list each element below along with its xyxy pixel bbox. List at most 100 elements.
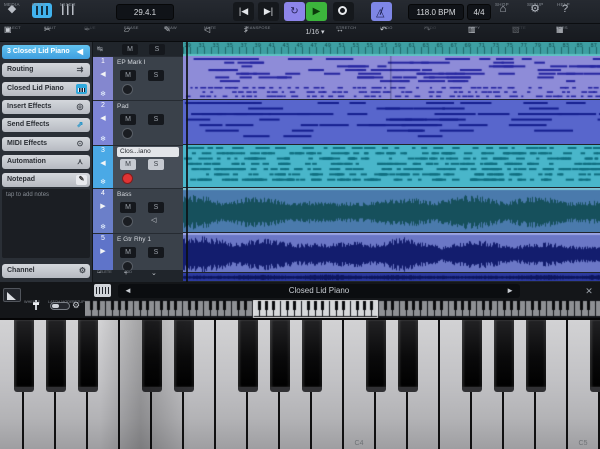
record-arm-button[interactable] <box>122 84 133 95</box>
media-button[interactable]: ◆ MEDIA <box>4 1 30 23</box>
speaker-icon: ◀ <box>93 114 113 122</box>
wheels-control[interactable]: WHEELS <box>24 300 50 318</box>
track-row-5[interactable]: 5▶E Gtr Rhy 1MS <box>93 234 183 271</box>
triangle-icon <box>7 292 16 300</box>
go-to-start-button[interactable]: |◀ <box>233 2 254 21</box>
mute-button[interactable]: M <box>120 202 136 213</box>
inspector-item-midi-effects[interactable]: MIDI Effects⊙ <box>2 137 90 151</box>
mute-button[interactable]: M <box>120 159 136 170</box>
tool-stretch-button[interactable]: ↔STRETCH <box>336 25 370 41</box>
track-row-4[interactable]: 4▶❄BassMS◁ <box>93 189 183 233</box>
inspector-item-notepad[interactable]: Notepad✎ <box>2 173 90 187</box>
bar-ruler[interactable] <box>183 42 600 56</box>
global-solo-button[interactable]: S <box>149 44 165 55</box>
go-to-end-button[interactable]: ▶| <box>258 2 279 21</box>
tool-bars-button[interactable]: ▦BARS <box>556 25 590 41</box>
add-track-button[interactable]: +ADD <box>124 270 148 282</box>
tool-glue-button[interactable]: ✒GLUE <box>84 25 118 41</box>
volume-icon: ◀ <box>74 45 86 59</box>
inspector-item-automation[interactable]: Automation⋏ <box>2 155 90 169</box>
media-label: MEDIA <box>4 2 20 7</box>
follow-playhead-icon[interactable]: ↹ <box>97 45 103 53</box>
speaker-icon: ◀ <box>93 70 113 78</box>
solo-button[interactable]: S <box>148 159 164 170</box>
tool-transpose-button[interactable]: ♯TRANSPOSE <box>244 25 278 41</box>
inspector-item-track-title[interactable]: 3 Closed Lid Piano◀ <box>2 45 90 59</box>
black-key-As4[interactable] <box>526 320 546 392</box>
audio-region[interactable] <box>183 233 600 272</box>
tool-split-button[interactable]: ✂SPLIT <box>44 25 78 41</box>
delete-track-button[interactable]: −DELETE <box>97 270 121 282</box>
audio-region[interactable] <box>183 273 600 281</box>
collapse-track-button[interactable]: ⌄ <box>151 270 175 282</box>
help-button[interactable]: ? HELP <box>557 1 583 23</box>
black-key-Cs5[interactable] <box>590 320 600 392</box>
mute-button[interactable]: M <box>120 70 136 81</box>
black-key-As2[interactable] <box>78 320 98 392</box>
keys-button[interactable]: KEYS <box>32 1 58 23</box>
shop-button[interactable]: ⌂ SHOP <box>495 1 521 23</box>
tool-mute-button[interactable]: ◁MUTE <box>204 25 238 41</box>
solo-button[interactable]: S <box>148 114 164 125</box>
global-mute-button[interactable]: M <box>122 44 138 55</box>
track-row-1[interactable]: 1◀❄EP Mark IMS <box>93 57 183 100</box>
black-key-Fs4[interactable] <box>462 320 482 392</box>
grid-value-dropdown[interactable]: 1/16 ▾ <box>300 27 330 39</box>
monitor-icon[interactable]: ◁ <box>151 216 156 224</box>
audio-region[interactable] <box>183 188 600 232</box>
black-key-Ds3[interactable] <box>174 320 194 392</box>
tool-select-button[interactable]: ▣SELECT <box>4 25 38 41</box>
record-button[interactable] <box>333 2 354 21</box>
close-icon[interactable]: ✕ <box>582 285 596 297</box>
freeze-icon: ❄ <box>93 178 113 186</box>
setup-button[interactable]: ⚙ SETUP <box>527 1 553 23</box>
tool-undo-button[interactable]: ↶UNDO <box>380 25 414 41</box>
solo-button[interactable]: S <box>148 70 164 81</box>
black-key-Cs3[interactable] <box>142 320 162 392</box>
notepad-placeholder: tap to add notes <box>6 192 49 198</box>
notepad-content[interactable]: tap to add notes <box>2 189 90 258</box>
black-key-Ds4[interactable] <box>398 320 418 392</box>
tool-copy-button[interactable]: ▥COPY <box>468 25 502 41</box>
track-row-3[interactable]: 3◀❄Clos...ianoMS <box>93 146 183 188</box>
keyboard-overview-strip[interactable] <box>85 300 600 318</box>
tool-paste-button[interactable]: ▧PASTE <box>512 25 546 41</box>
solo-button[interactable]: S <box>148 202 164 213</box>
record-arm-button[interactable] <box>122 173 133 184</box>
record-arm-button[interactable] <box>122 128 133 139</box>
inspector-item-insert-effects[interactable]: Insert Effects◎ <box>2 100 90 114</box>
mute-button[interactable]: M <box>120 247 136 258</box>
solo-button[interactable]: S <box>148 247 164 258</box>
tool-redo-button[interactable]: ↷REDO <box>424 25 458 41</box>
latch-control[interactable]: LATCH MODE <box>48 300 74 318</box>
cycle-loop-button[interactable]: ↻ <box>284 2 305 21</box>
midi-region[interactable] <box>183 56 600 99</box>
black-key-Gs4[interactable] <box>494 320 514 392</box>
play-button[interactable]: ▶ <box>306 2 327 21</box>
track-row-2[interactable]: 2◀❄PadMS <box>93 101 183 145</box>
tool-draw-button[interactable]: ✎DRAW <box>164 25 198 41</box>
next-instrument-button[interactable]: ► <box>506 284 514 298</box>
mute-button[interactable]: M <box>120 114 136 125</box>
black-key-Fs3[interactable] <box>238 320 258 392</box>
collapse-panel-button[interactable] <box>3 288 21 302</box>
black-key-Cs4[interactable] <box>366 320 386 392</box>
tool-erase-button[interactable]: ▱ERASE <box>124 25 158 41</box>
midi-region[interactable] <box>183 145 600 187</box>
record-arm-button[interactable] <box>122 216 133 227</box>
track-number-badge: 4 <box>93 190 113 197</box>
track-name: Bass <box>117 190 179 200</box>
keyboard-icon[interactable] <box>94 284 111 297</box>
black-key-As3[interactable] <box>302 320 322 392</box>
playhead[interactable] <box>186 42 188 282</box>
channel-button[interactable]: Channel ⚙ <box>2 264 90 278</box>
black-key-Gs2[interactable] <box>46 320 66 392</box>
metronome-button[interactable]: △ <box>371 2 392 21</box>
inspector-item-instrument[interactable]: Closed Lid Piano <box>2 82 90 96</box>
midi-region[interactable] <box>183 100 600 144</box>
mixer-button[interactable]: MIXER <box>60 1 86 23</box>
inspector-item-send-effects[interactable]: Send Effects⇗ <box>2 118 90 132</box>
inspector-item-routing[interactable]: Routing⇉ <box>2 63 90 77</box>
black-key-Fs2[interactable] <box>14 320 34 392</box>
black-key-Gs3[interactable] <box>270 320 290 392</box>
